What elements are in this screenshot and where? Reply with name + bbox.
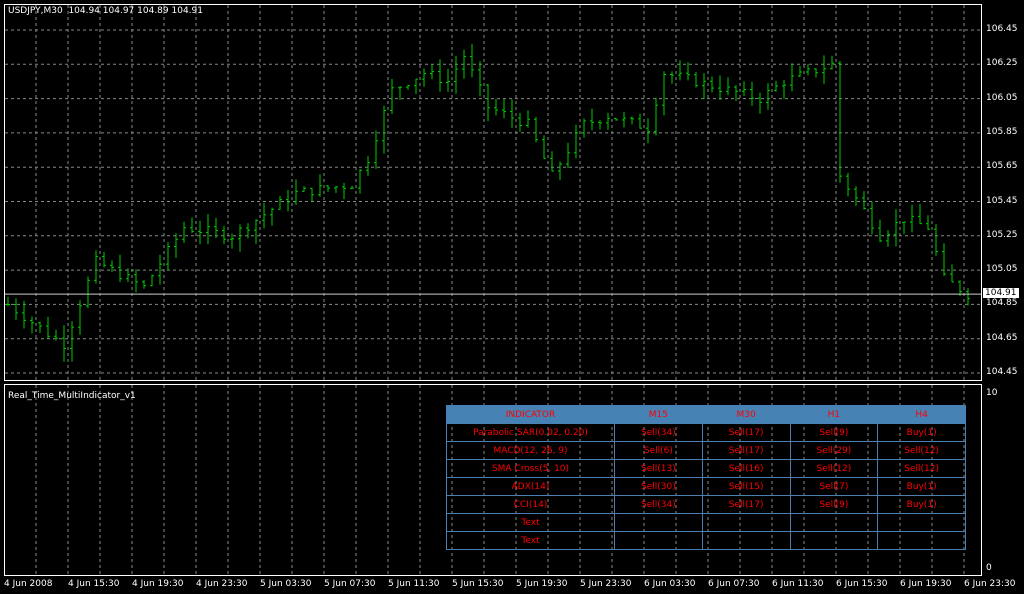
table-cell — [877, 531, 966, 550]
table-cell: SMA Cross(5, 10) — [446, 459, 615, 478]
table-cell: Sell(16) — [701, 459, 791, 478]
table-cell: Sell(6) — [614, 441, 703, 460]
price-tick: 105.65 — [986, 161, 1018, 172]
table-cell: Sell(13) — [614, 459, 703, 478]
symbol-label: USDJPY,M30 — [8, 6, 63, 16]
table-cell: MACD(12, 26, 9) — [446, 441, 615, 460]
table-cell: Sell(12) — [877, 441, 966, 460]
time-tick: 5 Jun 23:30 — [580, 579, 632, 589]
table-row: CCI(14) Sell(34) Sell(17) Sell(9) Buy(1) — [446, 495, 966, 514]
table-cell: Text — [446, 531, 615, 550]
table-cell: Sell(17) — [701, 423, 791, 442]
table-cell: Sell(30) — [614, 477, 703, 496]
table-row: MACD(12, 26, 9) Sell(6) Sell(17) Sell(29) Se… — [446, 441, 966, 460]
time-tick: 6 Jun 19:30 — [900, 579, 952, 589]
table-cell — [701, 513, 791, 532]
table-row: Text — [446, 531, 966, 550]
table-row: SMA Cross(5, 10) Sell(13) Sell(16) Sell(12)… — [446, 459, 966, 478]
time-tick: 4 Jun 2008 — [4, 579, 53, 589]
time-tick: 6 Jun 23:30 — [964, 579, 1016, 589]
time-tick: 4 Jun 19:30 — [132, 579, 184, 589]
price-tick: 105.85 — [986, 126, 1018, 137]
table-cell: Sell(9) — [789, 423, 879, 442]
table-cell — [789, 513, 879, 532]
time-tick: 5 Jun 03:30 — [260, 579, 312, 589]
time-tick: 4 Jun 15:30 — [68, 579, 120, 589]
price-tick: 104.65 — [986, 332, 1018, 343]
ohlc-values: 104.94 104.97 104.89 104.91 — [68, 6, 203, 16]
indicator-scale-min: 0 — [986, 563, 992, 573]
indicator-scale-max: 10 — [986, 388, 998, 398]
header-cell: M30 — [701, 405, 791, 424]
time-tick: 6 Jun 03:30 — [644, 579, 696, 589]
table-cell — [701, 531, 791, 550]
price-tick: 106.25 — [986, 58, 1018, 69]
table-cell — [789, 531, 879, 550]
table-cell: Sell(34) — [614, 423, 703, 442]
price-tick: 105.05 — [986, 264, 1018, 275]
table-cell: Buy(1) — [877, 477, 966, 496]
table-cell: Sell(17) — [701, 495, 791, 514]
header-cell: H1 — [789, 405, 879, 424]
table-header: INDICATOR M15 M30 H1 H4 — [446, 405, 966, 424]
header-cell: H4 — [877, 405, 966, 424]
time-tick: 6 Jun 15:30 — [836, 579, 888, 589]
table-cell: Buy(1) — [877, 495, 966, 514]
table-cell: Parabolic SAR(0.02, 0.20) — [446, 423, 615, 442]
table-cell: Sell(12) — [789, 459, 879, 478]
table-cell: Text — [446, 513, 615, 532]
price-tick: 105.45 — [986, 195, 1018, 206]
price-tick: 106.05 — [986, 92, 1018, 103]
table-cell: Buy(1) — [877, 423, 966, 442]
indicator-table: INDICATOR M15 M30 H1 H4 Parabolic SAR(0.02, 0… — [446, 405, 966, 550]
table-row: Parabolic SAR(0.02, 0.20) Sell(34) Sell(17… — [446, 423, 966, 442]
price-tick: 106.45 — [986, 24, 1018, 34]
table-cell: CCI(14) — [446, 495, 615, 514]
table-cell: Sell(7) — [789, 477, 879, 496]
table-row: ADX(14) Sell(30) Sell(15) Sell(7) Buy(1) — [446, 477, 966, 496]
table-cell — [614, 531, 703, 550]
table-cell: Sell(15) — [701, 477, 791, 496]
table-cell: Sell(34) — [614, 495, 703, 514]
time-tick: 5 Jun 07:30 — [324, 579, 376, 589]
price-tick: 104.85 — [986, 298, 1018, 309]
header-cell: INDICATOR — [446, 405, 615, 424]
price-tick: 105.25 — [986, 229, 1018, 240]
time-tick: 6 Jun 07:30 — [708, 579, 760, 589]
table-cell: Sell(12) — [877, 459, 966, 478]
table-cell: Sell(29) — [789, 441, 879, 460]
table-cell: Sell(17) — [701, 441, 791, 460]
symbol-info: USDJPY,M30 104.94 104.97 104.89 104.91 — [8, 6, 203, 16]
header-cell: M15 — [614, 405, 703, 424]
table-row: Text — [446, 513, 966, 532]
indicator-title: Real_Time_MultiIndicator_v1 — [8, 391, 136, 401]
table-cell: ADX(14) — [446, 477, 615, 496]
time-tick: 5 Jun 11:30 — [388, 579, 440, 589]
table-cell — [614, 513, 703, 532]
current-price-label: 104.91 — [983, 288, 1019, 299]
price-tick: 104.45 — [986, 367, 1018, 377]
time-tick: 5 Jun 15:30 — [452, 579, 504, 589]
table-cell — [877, 513, 966, 532]
time-tick: 5 Jun 19:30 — [516, 579, 568, 589]
time-tick: 6 Jun 11:30 — [772, 579, 824, 589]
time-tick: 4 Jun 23:30 — [196, 579, 248, 589]
table-cell: Sell(9) — [789, 495, 879, 514]
